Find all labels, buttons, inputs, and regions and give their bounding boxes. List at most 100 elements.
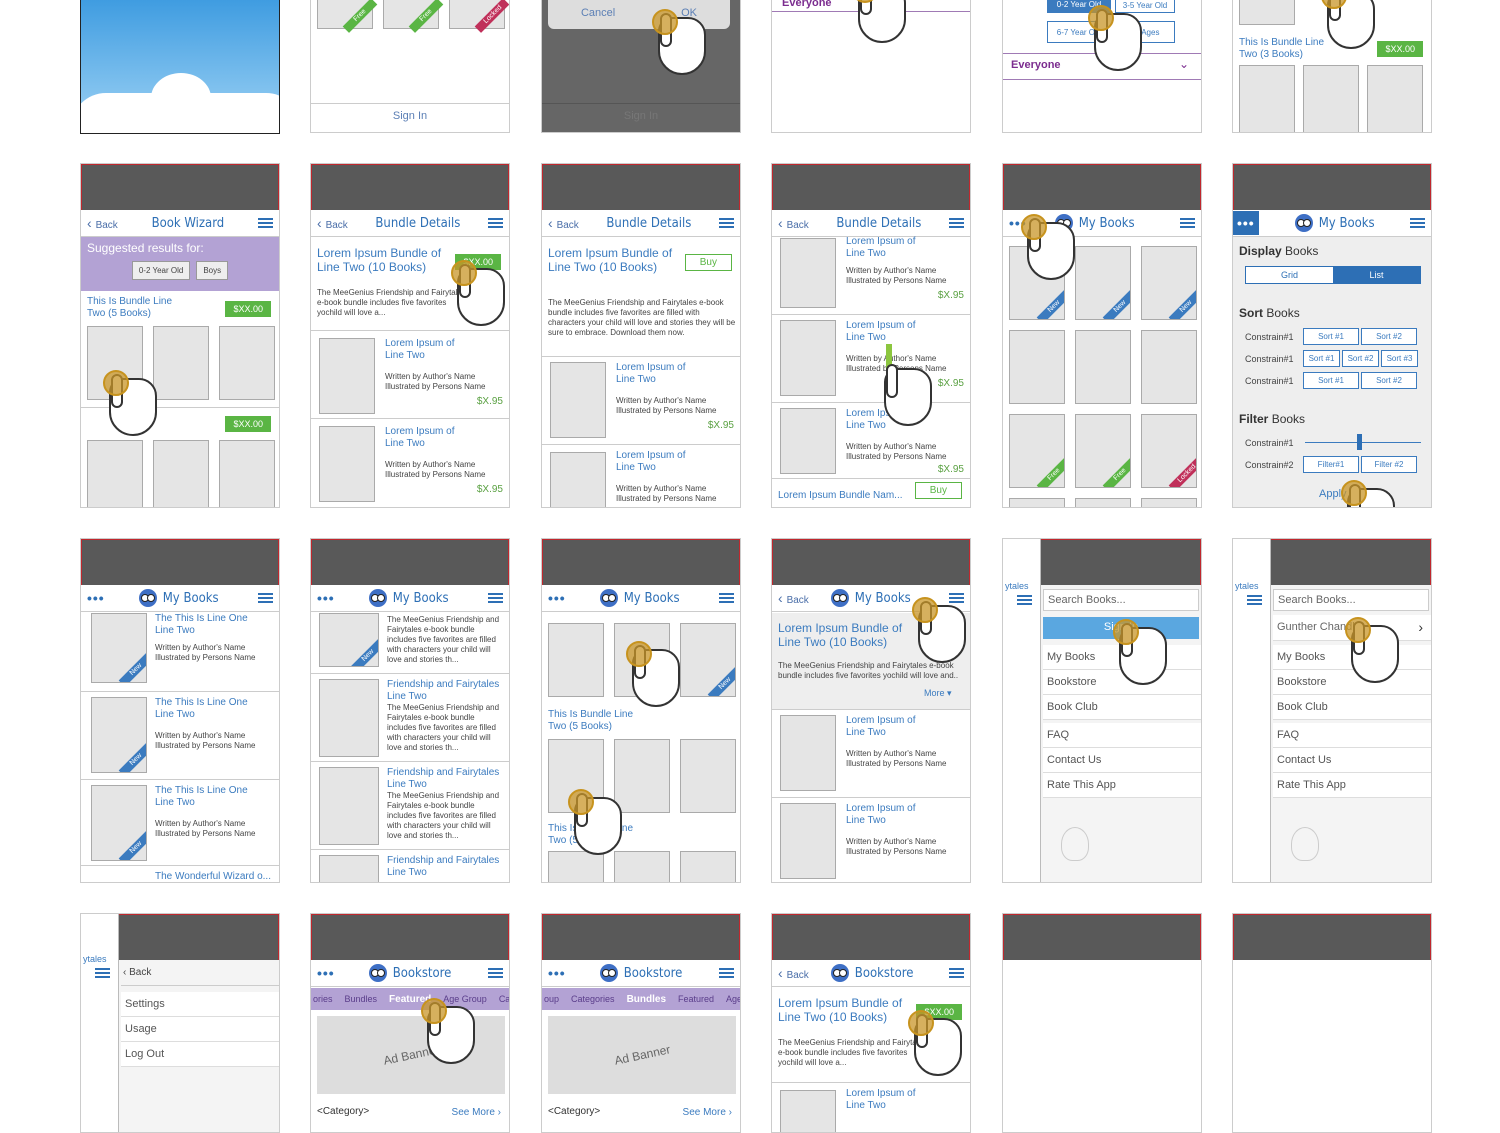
book-title[interactable]: Lorem Ipsum of Line Two xyxy=(846,803,926,827)
sign-in-link[interactable]: Sign In xyxy=(542,103,740,122)
price-button[interactable]: $XX.00 xyxy=(225,301,271,317)
book-title[interactable]: Friendship and Fairytales Line Two xyxy=(387,679,505,703)
filter-button[interactable]: Filter#1 xyxy=(1303,456,1359,473)
menu-item-settings[interactable]: Settings xyxy=(121,992,279,1017)
sort-button[interactable]: Sort #2 xyxy=(1361,372,1417,389)
filter-button[interactable]: Filter #2 xyxy=(1361,456,1417,473)
menu-icon[interactable] xyxy=(949,968,964,978)
menu-icon[interactable] xyxy=(949,218,964,228)
menu-icon[interactable] xyxy=(258,593,273,603)
menu-icon[interactable] xyxy=(488,968,503,978)
book-title[interactable]: Lorem Ipsum of Line Two xyxy=(385,338,465,362)
grid-toggle[interactable]: Grid xyxy=(1246,267,1333,283)
price-button[interactable]: $XX.00 xyxy=(1377,41,1423,57)
menu-icon[interactable] xyxy=(1247,595,1262,605)
sort-button[interactable]: Sort #2 xyxy=(1342,350,1379,367)
menu-icon[interactable] xyxy=(1180,218,1195,228)
menu-item-book-club[interactable]: Book Club xyxy=(1273,695,1431,720)
everyone-label[interactable]: Everyone xyxy=(782,0,832,9)
list-toggle[interactable]: List xyxy=(1333,267,1420,283)
book-title[interactable]: Lorem Ipsum of Line Two xyxy=(846,320,926,344)
book-title[interactable]: The This Is Line One Line Two xyxy=(155,697,265,721)
book-title[interactable]: The This Is Line One Line Two xyxy=(155,613,265,637)
see-more-link[interactable]: See More › xyxy=(452,1107,501,1119)
menu-item-faq[interactable]: FAQ xyxy=(1043,723,1201,748)
menu-item-rate[interactable]: Rate This App xyxy=(1043,773,1201,798)
tab-featured[interactable]: Featured xyxy=(678,994,714,1004)
see-more-link[interactable]: See More › xyxy=(683,1107,732,1119)
sort-button[interactable]: Sort #3 xyxy=(1381,350,1418,367)
sort-button[interactable]: Sort #1 xyxy=(1303,350,1340,367)
back-button[interactable]: Back xyxy=(778,590,809,606)
more-icon[interactable]: ••• xyxy=(317,966,335,980)
book-title[interactable]: Lorem Ipsum of Line Two xyxy=(846,236,926,260)
menu-icon[interactable] xyxy=(719,218,734,228)
tab-categories[interactable]: Categories xyxy=(571,994,615,1004)
book-title[interactable]: Lorem Ipsum of Line Two xyxy=(385,426,465,450)
more-link[interactable]: More ▾ xyxy=(924,687,952,699)
filter-slider[interactable] xyxy=(1305,442,1421,443)
more-icon[interactable]: ••• xyxy=(548,966,566,980)
book-title[interactable]: Friendship and Fairytales Line Two xyxy=(387,767,505,791)
tab-age-group[interactable]: oup xyxy=(544,994,559,1004)
menu-icon[interactable] xyxy=(719,968,734,978)
menu-item-usage[interactable]: Usage xyxy=(121,1017,279,1042)
bundle-title: Lorem Ipsum Bundle of Line Two (10 Books… xyxy=(317,246,442,274)
back-button[interactable]: Back xyxy=(778,215,809,231)
more-icon[interactable]: ••• xyxy=(317,591,335,605)
book-title[interactable]: Lorem Ipsum of Line Two xyxy=(616,362,696,386)
menu-item-log-out[interactable]: Log Out xyxy=(121,1042,279,1067)
everyone-label[interactable]: Everyone xyxy=(1011,59,1061,71)
menu-icon[interactable] xyxy=(1017,595,1032,605)
menu-item-contact[interactable]: Contact Us xyxy=(1043,748,1201,773)
menu-icon[interactable] xyxy=(488,218,503,228)
cancel-button[interactable]: Cancel xyxy=(581,7,615,19)
book-title[interactable]: Lorem Ipsum of Line Two xyxy=(846,1088,926,1112)
sign-in-link[interactable]: Sign In xyxy=(311,103,509,122)
search-input[interactable]: Search Books... xyxy=(1273,589,1429,611)
menu-item-book-club[interactable]: Book Club xyxy=(1043,695,1201,720)
sort-button[interactable]: Sort #2 xyxy=(1361,328,1417,345)
menu-icon[interactable] xyxy=(488,593,503,603)
book-title[interactable]: Lorem Ipsum of Line Two xyxy=(616,450,696,474)
bundle-title[interactable]: This Is Bundle Line Two (5 Books) xyxy=(87,296,187,320)
menu-item-faq[interactable]: FAQ xyxy=(1273,723,1431,748)
book-title[interactable]: The Wonderful Wizard o... xyxy=(155,871,275,882)
bundle-title[interactable]: This Is Bundle Line Two (5 Books) xyxy=(548,709,648,733)
more-icon[interactable]: ••• xyxy=(1233,211,1259,235)
book-title[interactable]: Friendship and Fairytales Line Two xyxy=(387,855,505,879)
slider-handle[interactable] xyxy=(1357,434,1362,450)
tab-bundles[interactable]: Bundles xyxy=(627,994,666,1005)
status-bar xyxy=(1003,164,1201,210)
sort-button[interactable]: Sort #1 xyxy=(1303,328,1359,345)
search-input[interactable]: Search Books... xyxy=(1043,589,1199,611)
more-icon[interactable]: ••• xyxy=(87,591,105,605)
buy-button[interactable]: Buy xyxy=(914,482,962,499)
chevron-right-icon[interactable]: › xyxy=(1418,619,1423,635)
back-button[interactable]: Back xyxy=(87,215,118,231)
ad-banner[interactable]: Ad Banner xyxy=(548,1016,736,1094)
chevron-down-icon[interactable]: ⌄ xyxy=(1179,57,1189,71)
book-title[interactable]: The This Is Line One Line Two xyxy=(155,785,265,809)
price-button[interactable]: $XX.00 xyxy=(225,416,271,432)
menu-icon[interactable] xyxy=(719,593,734,603)
menu-icon[interactable] xyxy=(95,968,110,978)
sort-button[interactable]: Sort #1 xyxy=(1303,372,1359,389)
filter-chip[interactable]: Boys xyxy=(196,261,229,280)
tab-age[interactable]: Age xyxy=(726,994,740,1004)
tab-more[interactable]: Ca xyxy=(499,994,509,1004)
back-button[interactable]: Back xyxy=(778,965,809,981)
filter-chip[interactable]: 0-2 Year Old xyxy=(131,261,191,280)
back-button[interactable]: Back xyxy=(317,215,348,231)
menu-icon[interactable] xyxy=(1410,218,1425,228)
menu-icon[interactable] xyxy=(258,218,273,228)
back-button[interactable]: Back xyxy=(548,215,579,231)
menu-item-rate[interactable]: Rate This App xyxy=(1273,773,1431,798)
more-icon[interactable]: ••• xyxy=(548,591,566,605)
back-button[interactable]: ‹ Back xyxy=(121,962,279,986)
buy-button[interactable]: Buy xyxy=(684,254,732,271)
tab-bundles[interactable]: Bundles xyxy=(345,994,378,1004)
book-title[interactable]: Lorem Ipsum of Line Two xyxy=(846,715,926,739)
tab-categories[interactable]: ories xyxy=(313,994,333,1004)
menu-item-contact[interactable]: Contact Us xyxy=(1273,748,1431,773)
